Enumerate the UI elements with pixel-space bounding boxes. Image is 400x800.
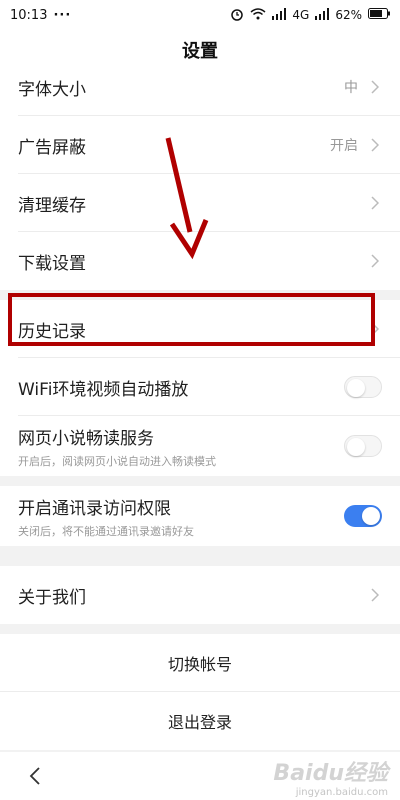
toggle-knob [347,379,365,397]
setting-label: 广告屏蔽 [18,137,86,158]
toggle-knob [362,507,380,525]
setting-novel-reader: 网页小说畅读服务 开启后，阅读网页小说自动进入畅读模式 [0,416,400,476]
setting-font-size[interactable]: 字体大小 中 [0,70,400,116]
wifi-autoplay-toggle[interactable] [344,376,382,398]
settings-group-contacts: 开启通讯录访问权限 关闭后，将不能通过通讯录邀请好友 [0,486,400,546]
watermark: Baidu经验 jingyan.baidu.com [273,755,388,798]
watermark-main: Baidu经验 [273,761,388,786]
setting-clear-cache[interactable]: 清理缓存 [0,174,400,232]
logout-button[interactable]: 退出登录 [0,692,400,750]
setting-ad-block[interactable]: 广告屏蔽 开启 [0,116,400,174]
setting-wifi-autoplay: WiFi环境视频自动播放 [0,358,400,416]
setting-value: 开启 [330,138,358,154]
wifi-icon [250,7,266,23]
back-button[interactable] [15,756,55,796]
signal-icon [272,7,287,23]
status-time: 10:13 [10,7,48,23]
setting-label: 下载设置 [18,253,86,274]
setting-label: 网页小说畅读服务 [18,428,154,449]
setting-label: 字体大小 [18,79,86,100]
settings-group-about: 关于我们 [0,566,400,624]
setting-label: 开启通讯录访问权限 [18,498,171,519]
setting-label: 清理缓存 [18,195,86,216]
watermark-sub: jingyan.baidu.com [295,787,388,798]
status-more-dots: ··· [53,7,72,23]
chevron-right-icon [368,138,382,152]
chevron-left-icon [29,767,40,785]
battery-icon [368,8,390,22]
signal-icon-2 [315,7,330,23]
network-type: 4G [292,8,310,22]
group-gap [0,624,400,634]
setting-label: WiFi环境视频自动播放 [18,379,189,400]
switch-account-button[interactable]: 切换帐号 [0,634,400,692]
settings-list: 字体大小 中 广告屏蔽 开启 清理缓存 下载设置 历史记录 WiFi环境视频自动… [0,70,400,760]
header: 设置 [0,30,400,70]
toggle-knob [347,438,365,456]
settings-group-account: 切换帐号 退出登录 [0,634,400,750]
setting-download[interactable]: 下载设置 [0,232,400,290]
settings-group-general: 字体大小 中 广告屏蔽 开启 清理缓存 下载设置 [0,70,400,290]
page-title: 设置 [182,41,218,62]
setting-label: 关于我们 [18,587,86,608]
status-bar: 10:13 ··· 4G 62% [0,0,400,30]
annotation-highlight-box [8,293,375,346]
chevron-right-icon [368,196,382,210]
setting-value: 中 [344,80,358,96]
chevron-right-icon [368,254,382,268]
group-gap [0,476,400,486]
setting-about-us[interactable]: 关于我们 [0,566,400,624]
chevron-right-icon [368,80,382,94]
contacts-access-toggle[interactable] [344,505,382,527]
battery-percent: 62% [335,8,362,22]
setting-description: 关闭后，将不能通过通讯录邀请好友 [18,524,194,538]
chevron-right-icon [368,588,382,602]
group-gap [0,546,400,566]
setting-description: 开启后，阅读网页小说自动进入畅读模式 [18,454,216,468]
novel-reader-toggle[interactable] [344,435,382,457]
alarm-icon [230,7,244,24]
setting-contacts-access: 开启通讯录访问权限 关闭后，将不能通过通讯录邀请好友 [0,486,400,546]
